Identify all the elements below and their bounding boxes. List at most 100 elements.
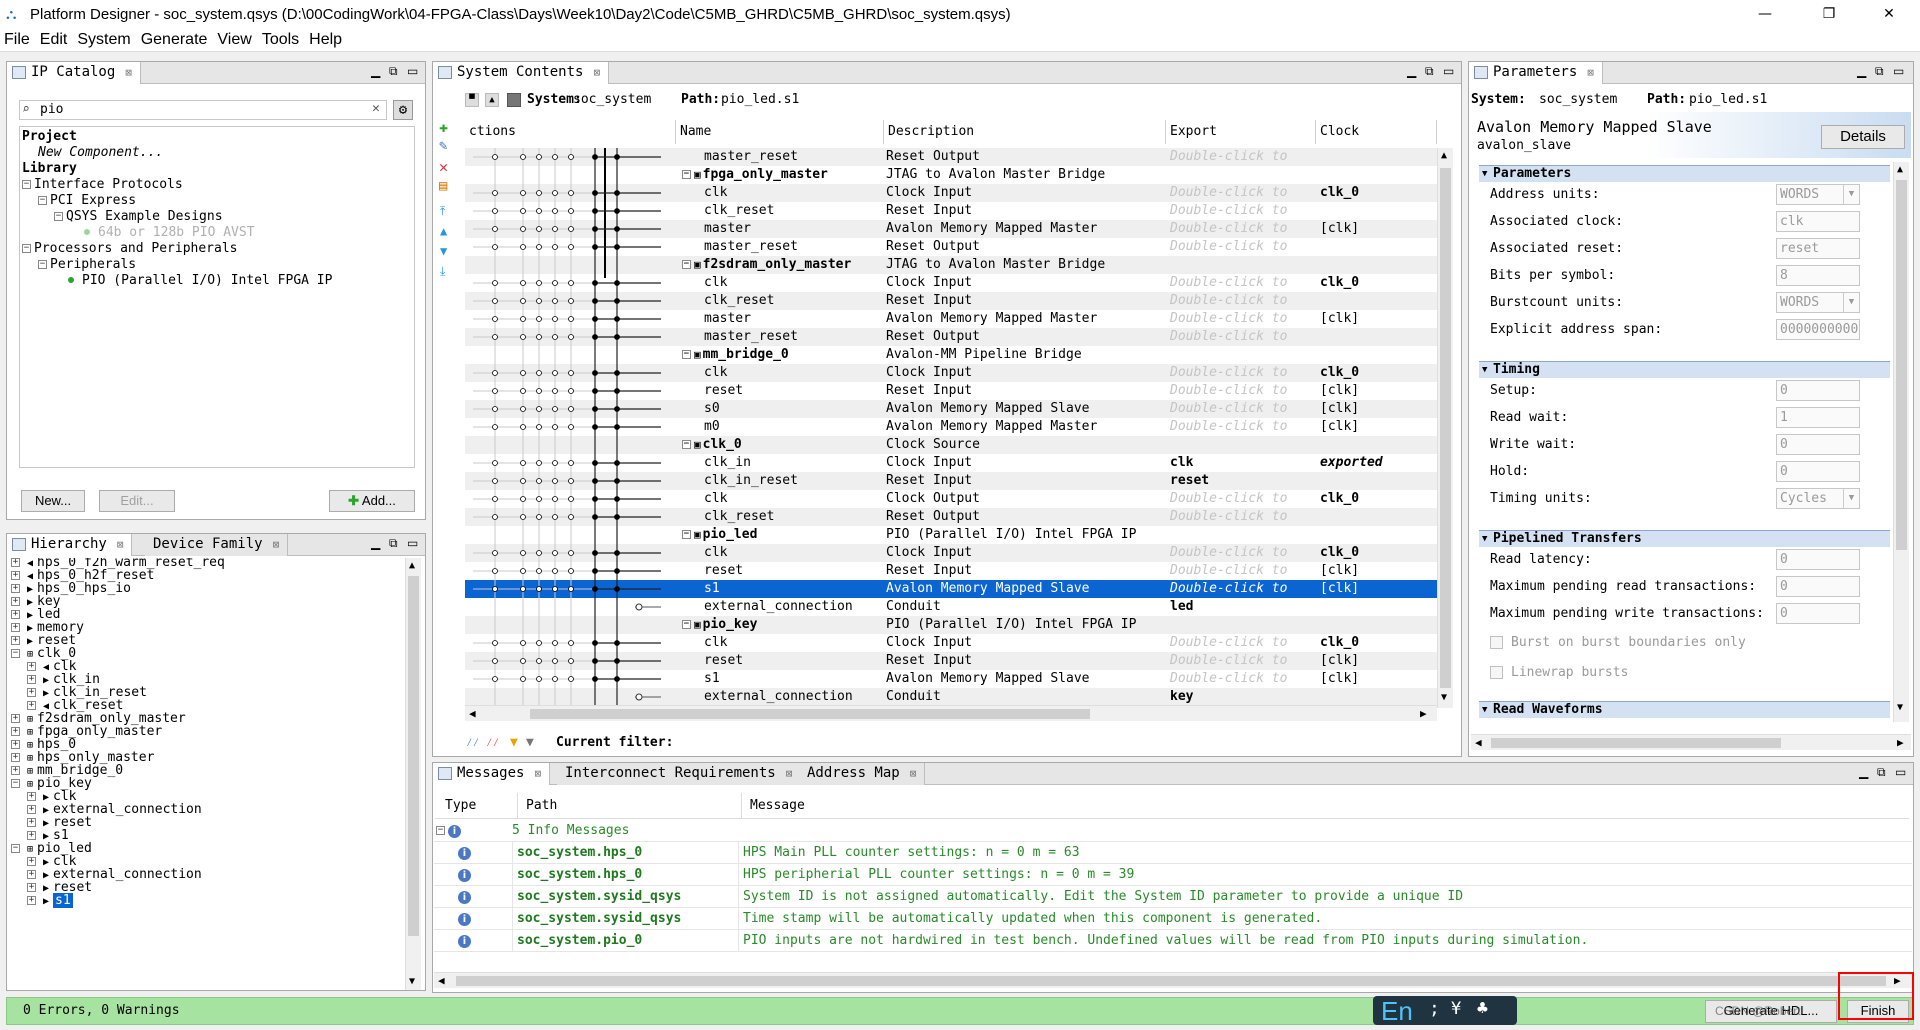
connection-point[interactable] [520, 226, 526, 232]
export-cell[interactable]: Double-click to [1170, 418, 1318, 436]
tab-device-family[interactable]: Device Family ⊠ [145, 534, 289, 556]
connection-point[interactable] [592, 280, 598, 286]
connection-point[interactable] [552, 406, 558, 412]
connection-point[interactable] [568, 406, 574, 412]
export-cell[interactable]: Double-click to [1170, 490, 1318, 508]
connection-point[interactable] [520, 298, 526, 304]
expand-icon[interactable]: + [11, 610, 20, 619]
connection-point[interactable] [592, 424, 598, 430]
expand-icon[interactable]: + [11, 597, 20, 606]
parameter-field[interactable]: 0 [1776, 603, 1860, 624]
connection-point[interactable] [568, 514, 574, 520]
clock-cell[interactable]: [clk] [1320, 418, 1436, 436]
connection-point[interactable] [614, 388, 620, 394]
float-panel-icon[interactable]: ⧉ [389, 536, 398, 551]
close-tab-icon[interactable]: ⊠ [910, 767, 917, 780]
connection-point[interactable] [614, 514, 620, 520]
clock-cell[interactable]: clk_0 [1320, 184, 1436, 202]
expand-icon[interactable]: + [27, 831, 36, 840]
scroll-up-icon[interactable]: ▲ [1441, 150, 1447, 161]
connection-point[interactable] [552, 478, 558, 484]
gear-icon[interactable]: ⚙ [393, 100, 413, 120]
expand-icon[interactable]: + [11, 753, 20, 762]
expand-icon[interactable]: + [11, 636, 20, 645]
parameter-field[interactable]: 1 [1776, 407, 1860, 428]
scroll-thumb[interactable] [1896, 180, 1907, 550]
connection-point[interactable] [492, 478, 498, 484]
minimize-button[interactable]: — [1742, 0, 1788, 28]
connection-point[interactable] [592, 208, 598, 214]
connection-point[interactable] [536, 226, 542, 232]
connection-point[interactable] [536, 154, 542, 160]
export-cell[interactable]: Double-click to [1170, 310, 1318, 328]
connection-point[interactable] [592, 496, 598, 502]
minimize-panel-icon[interactable]: ▁ [371, 64, 380, 78]
connection-point[interactable] [614, 640, 620, 646]
connection-point[interactable] [520, 406, 526, 412]
parameter-section-header[interactable]: ▼ Timing [1479, 361, 1890, 378]
connection-point[interactable] [614, 334, 620, 340]
messages-hscroll[interactable]: ◀ ▶ [434, 972, 1912, 988]
export-cell[interactable]: Double-click to [1170, 544, 1318, 562]
expand-icon[interactable]: + [27, 870, 36, 879]
clear-filter-icon[interactable]: ▼ [526, 733, 534, 753]
expand-icon[interactable]: + [27, 896, 36, 905]
hierarchy-item-selected[interactable]: + ▶ s1 [27, 893, 73, 908]
section-toggle-icon[interactable]: ▼ [1482, 531, 1487, 547]
move-down-icon[interactable]: ▼ [440, 244, 447, 258]
connection-point[interactable] [614, 280, 620, 286]
expand-icon[interactable]: + [27, 662, 36, 671]
clock-filter-icon[interactable]: ⁄⁄ [466, 733, 479, 753]
maximize-panel-icon[interactable]: ▭ [1443, 64, 1454, 78]
parameter-section-header[interactable]: ▼ Pipelined Transfers [1479, 530, 1890, 547]
connection-point[interactable] [568, 370, 574, 376]
connection-point[interactable] [520, 388, 526, 394]
collapse-icon[interactable]: − [682, 170, 691, 179]
connection-point[interactable] [492, 190, 498, 196]
connection-point[interactable] [492, 244, 498, 250]
scroll-thumb[interactable] [408, 576, 419, 936]
connection-point[interactable] [520, 658, 526, 664]
connection-point[interactable] [568, 208, 574, 214]
maximize-panel-icon[interactable]: ▭ [1895, 765, 1906, 779]
column-clock[interactable]: Clock [1316, 120, 1437, 144]
menu-tools[interactable]: Tools [262, 31, 299, 49]
section-toggle-icon[interactable]: ▼ [1482, 166, 1487, 182]
connection-point[interactable] [536, 280, 542, 286]
export-cell[interactable]: clk [1170, 454, 1318, 472]
column-type[interactable]: Type [445, 793, 476, 819]
menu-help[interactable]: Help [309, 31, 342, 49]
connection-point[interactable] [614, 406, 620, 412]
tab-interconnect-requirements[interactable]: Interconnect Requirements ⊠ [557, 763, 802, 785]
connection-point[interactable] [568, 388, 574, 394]
connection-point[interactable] [614, 658, 620, 664]
menu-generate[interactable]: Generate [141, 31, 208, 49]
scroll-left-icon[interactable]: ◀ [1475, 736, 1482, 749]
collapse-icon[interactable]: − [682, 620, 691, 629]
expand-icon[interactable]: + [11, 766, 20, 775]
connection-point[interactable] [536, 388, 542, 394]
connection-point[interactable] [592, 550, 598, 556]
export-cell[interactable]: Double-click to [1170, 274, 1318, 292]
connection-point[interactable] [492, 676, 498, 682]
connection-point[interactable] [592, 586, 598, 592]
expand-icon[interactable]: + [27, 857, 36, 866]
maximize-panel-icon[interactable]: ▭ [407, 536, 418, 550]
connection-point[interactable] [592, 676, 598, 682]
export-cell[interactable]: Double-click to [1170, 202, 1318, 220]
connection-point[interactable] [592, 658, 598, 664]
parameter-checkbox[interactable]: Linewrap bursts [1490, 665, 1628, 681]
expand-icon[interactable]: + [27, 688, 36, 697]
connection-point[interactable] [614, 496, 620, 502]
remove-icon[interactable]: ✕ [439, 158, 448, 176]
connection-point[interactable] [520, 496, 526, 502]
expand-icon[interactable]: − [11, 844, 20, 853]
message-row[interactable]: i soc_system.hps_0 HPS peripherial PLL cou… [434, 864, 1912, 886]
connection-point[interactable] [536, 658, 542, 664]
move-up-icon[interactable]: ▲ [440, 224, 447, 238]
export-cell[interactable]: Double-click to [1170, 238, 1318, 256]
scroll-thumb[interactable] [530, 709, 1090, 719]
scroll-right-icon[interactable]: ▶ [1420, 707, 1427, 720]
connection-point[interactable] [520, 514, 526, 520]
tab-ip-catalog[interactable]: IP Catalog ⊠ [7, 62, 141, 84]
